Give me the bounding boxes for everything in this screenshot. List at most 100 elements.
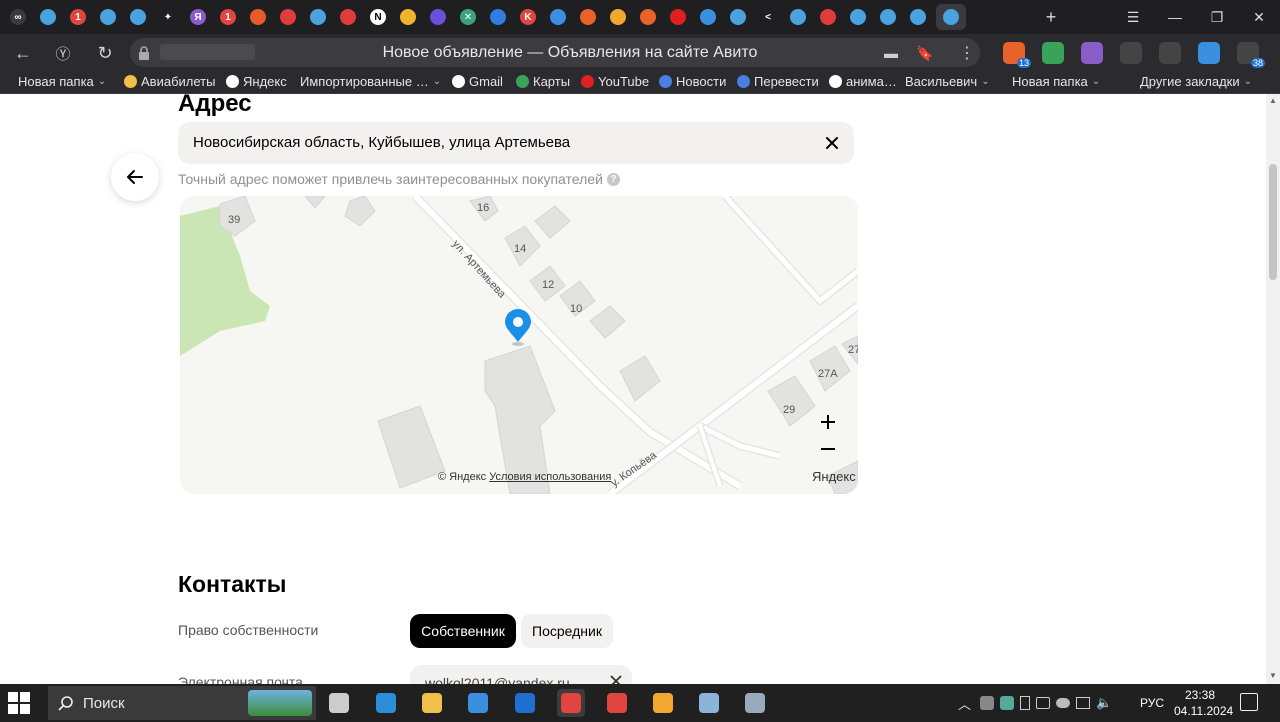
browser-tab[interactable]: 1 bbox=[66, 4, 90, 30]
browser-tab[interactable] bbox=[396, 4, 420, 30]
store-icon[interactable] bbox=[464, 689, 492, 717]
browser-tab[interactable] bbox=[786, 4, 810, 30]
browser-tab[interactable] bbox=[96, 4, 120, 30]
agent-option-button[interactable]: Посредник bbox=[521, 614, 613, 648]
browser-tab[interactable] bbox=[816, 4, 840, 30]
translate-icon[interactable]: ▬ bbox=[876, 38, 906, 68]
clock-time[interactable]: 23:38 bbox=[1185, 688, 1215, 702]
close-window-button[interactable]: ✕ bbox=[1238, 0, 1280, 34]
browser-tab[interactable]: < bbox=[756, 4, 780, 30]
scroll-up-icon[interactable]: ▲ bbox=[1269, 97, 1277, 105]
address-input[interactable]: Новосибирская область, Куйбышев, улица А… bbox=[193, 134, 570, 151]
yandex-map-logo[interactable]: Яндекс bbox=[812, 469, 856, 484]
browser-tab[interactable]: N bbox=[366, 4, 390, 30]
browser-tab[interactable] bbox=[426, 4, 450, 30]
outlook-icon[interactable] bbox=[511, 689, 539, 717]
browser-tab[interactable] bbox=[846, 4, 870, 30]
bookmark-item[interactable]: Другие закладки ⌄ bbox=[1140, 74, 1252, 89]
tray-network-icon[interactable] bbox=[1076, 697, 1090, 709]
tray-settings-icon[interactable] bbox=[980, 696, 994, 710]
back-button[interactable] bbox=[111, 153, 159, 201]
browser-tab[interactable] bbox=[246, 4, 270, 30]
map-terms-link[interactable]: Условия использования bbox=[489, 471, 611, 483]
zoom-out-button[interactable] bbox=[820, 441, 846, 467]
browser-tab[interactable]: ∞ bbox=[6, 4, 30, 30]
browser-tab[interactable] bbox=[36, 4, 60, 30]
browser-tab[interactable]: Я bbox=[186, 4, 210, 30]
taskbar-search[interactable]: Поиск bbox=[48, 686, 316, 720]
notes-icon[interactable] bbox=[695, 689, 723, 717]
browser-tab[interactable] bbox=[696, 4, 720, 30]
bookmark-item[interactable]: Карты bbox=[516, 74, 570, 89]
tray-battery-icon[interactable] bbox=[1020, 696, 1030, 710]
clock-date[interactable]: 04.11.2024 bbox=[1174, 704, 1233, 718]
download-icon[interactable]: 38 bbox=[1237, 42, 1265, 68]
browser-tab[interactable] bbox=[876, 4, 900, 30]
back-nav-icon[interactable]: ← bbox=[8, 38, 38, 68]
browser-tab[interactable] bbox=[726, 4, 750, 30]
yandex-icon[interactable] bbox=[603, 689, 631, 717]
browser-tab[interactable] bbox=[486, 4, 510, 30]
drive-icon[interactable] bbox=[1042, 42, 1064, 64]
window-app-icon[interactable] bbox=[741, 689, 769, 717]
page-scrollbar[interactable]: ▲ ▼ bbox=[1266, 94, 1280, 684]
email-input[interactable]: wolkol2011@yandex.ru bbox=[425, 675, 570, 684]
browser-tab[interactable] bbox=[276, 4, 300, 30]
email-field[interactable]: wolkol2011@yandex.ru bbox=[410, 665, 632, 684]
location-pin-icon[interactable] bbox=[505, 309, 531, 346]
scroll-down-icon[interactable]: ▼ bbox=[1269, 672, 1277, 680]
zoom-in-button[interactable] bbox=[820, 414, 846, 440]
puzzle-icon[interactable] bbox=[1159, 42, 1181, 64]
browser-tab[interactable]: ✕ bbox=[456, 4, 480, 30]
browser-tab[interactable] bbox=[306, 4, 330, 30]
yandex-home-icon[interactable]: Ⓨ bbox=[48, 38, 78, 68]
tray-shield-icon[interactable] bbox=[1000, 696, 1014, 710]
browser-tab[interactable] bbox=[936, 4, 966, 30]
browser-tab[interactable] bbox=[546, 4, 570, 30]
bookmark-item[interactable]: Импортированные … ⌄ bbox=[300, 74, 441, 89]
windows-start-icon[interactable] bbox=[8, 692, 30, 714]
browser-tab[interactable] bbox=[126, 4, 150, 30]
browser-tab[interactable] bbox=[906, 4, 930, 30]
browser-tab[interactable] bbox=[666, 4, 690, 30]
bookmark-icon[interactable]: 🔖 bbox=[910, 38, 940, 68]
play-icon[interactable] bbox=[1120, 42, 1142, 64]
language-indicator[interactable]: РУС bbox=[1140, 696, 1164, 710]
url-text[interactable] bbox=[160, 44, 255, 60]
clear-address-button[interactable] bbox=[820, 131, 844, 155]
address-map[interactable]: 39 16 14 12 10 27А 29 27 ул. Артемьева у… bbox=[180, 196, 858, 494]
tray-volume-icon[interactable]: 🔈 bbox=[1096, 695, 1112, 711]
task-view-icon[interactable] bbox=[325, 689, 353, 717]
browser-tab[interactable] bbox=[636, 4, 660, 30]
browser-tab[interactable] bbox=[336, 4, 360, 30]
help-icon[interactable]: ? bbox=[606, 172, 620, 186]
reload-icon[interactable]: ↻ bbox=[90, 38, 120, 68]
owner-option-button[interactable]: Собственник bbox=[410, 614, 516, 648]
bookmark-item[interactable]: Gmail bbox=[452, 74, 503, 89]
menu-icon[interactable]: ☰ bbox=[1112, 0, 1154, 34]
bookmark-item[interactable]: Новости bbox=[659, 74, 726, 89]
map-canvas[interactable]: 39 16 14 12 10 27А 29 27 ул. Артемьева у… bbox=[180, 196, 858, 494]
browser-tab[interactable]: K bbox=[516, 4, 540, 30]
yandex-browser-icon[interactable] bbox=[557, 689, 585, 717]
bookmark-item[interactable]: Новая папка ⌄ bbox=[18, 74, 106, 89]
clear-email-icon[interactable] bbox=[610, 675, 622, 684]
browser-tab[interactable]: 1 bbox=[216, 4, 240, 30]
bookmark-item[interactable]: YouTube bbox=[581, 74, 649, 89]
bookmark-item[interactable]: Новая папка ⌄ bbox=[1012, 74, 1100, 89]
bookmark-item[interactable]: Яндекс bbox=[226, 74, 287, 89]
profile-icon[interactable] bbox=[1198, 42, 1220, 64]
restore-button[interactable]: ❐ bbox=[1196, 0, 1238, 34]
new-tab-button[interactable]: + bbox=[1030, 0, 1072, 34]
minimize-button[interactable]: — bbox=[1154, 0, 1196, 34]
shield-icon[interactable]: 13 bbox=[1003, 42, 1031, 68]
explorer-icon[interactable] bbox=[418, 689, 446, 717]
tray-cloud-icon[interactable] bbox=[1056, 698, 1070, 708]
browser-tab[interactable] bbox=[576, 4, 600, 30]
tray-device-icon[interactable] bbox=[1036, 697, 1050, 709]
browser-tab[interactable] bbox=[606, 4, 630, 30]
bookmark-item[interactable]: Васильевич ⌄ bbox=[905, 74, 990, 89]
notifications-icon[interactable] bbox=[1240, 693, 1258, 711]
bookmark-item[interactable]: анима… bbox=[829, 74, 897, 89]
scroll-thumb[interactable] bbox=[1269, 164, 1277, 280]
